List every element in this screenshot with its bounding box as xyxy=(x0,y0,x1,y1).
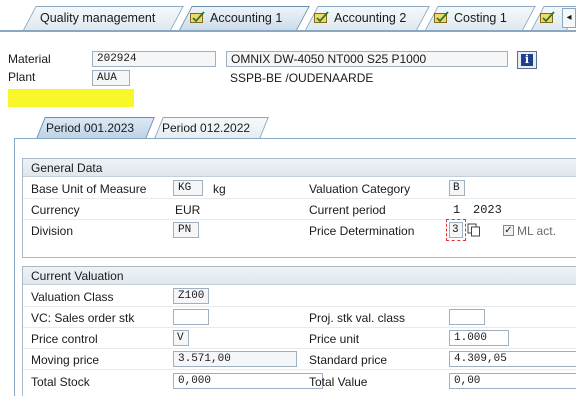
form-row: Currency EUR Current period 1 2023 xyxy=(23,200,576,220)
valuation-class-label: Valuation Class xyxy=(31,290,114,304)
vc-sales-order-field[interactable] xyxy=(173,309,209,325)
general-data-title: General Data xyxy=(23,159,576,177)
tab-period-001-2023[interactable]: Period 001.2023 xyxy=(46,120,134,136)
price-control-field[interactable]: V xyxy=(173,330,189,346)
material-description-field[interactable]: OMNIX DW-4050 NT000 S25 P1000 xyxy=(226,51,508,67)
form-row: VC: Sales order stk Proj. stk val. class xyxy=(23,308,576,328)
base-uom-label: Base Unit of Measure xyxy=(31,182,147,196)
tab-accounting-1-label: Accounting 1 xyxy=(210,11,283,25)
current-period-value: 1 xyxy=(453,203,461,217)
price-unit-label: Price unit xyxy=(309,332,360,346)
moving-price-field[interactable]: 3.571,00 xyxy=(173,351,297,367)
tab-accounting-2[interactable]: Accounting 2 xyxy=(314,9,406,27)
tab-costing-1-label: Costing 1 xyxy=(454,11,507,25)
tab-accounting-2-label: Accounting 2 xyxy=(334,11,407,25)
form-row: Base Unit of Measure KG kg Valuation Cat… xyxy=(23,179,576,199)
total-value-label: Total Value xyxy=(309,375,368,389)
total-stock-label: Total Stock xyxy=(31,375,90,389)
standard-price-field[interactable]: 4.309,05 xyxy=(449,351,576,367)
moving-price-label: Moving price xyxy=(31,353,100,367)
form-row: Total Stock 0,000 Total Value 0,00 xyxy=(23,371,576,391)
division-label: Division xyxy=(31,224,74,238)
standard-price-label: Standard price xyxy=(309,353,388,367)
proj-stk-label: Proj. stk val. class xyxy=(309,311,406,325)
price-control-label: Price control xyxy=(31,332,98,346)
general-data-group: General Data Base Unit of Measure KG kg … xyxy=(22,158,576,258)
highlight-marker xyxy=(8,89,134,107)
accounting-icon xyxy=(540,11,555,23)
form-row: Moving price 3.571,00 Standard price 4.3… xyxy=(23,350,576,370)
accounting-icon xyxy=(434,11,449,23)
info-button[interactable]: i xyxy=(517,51,537,69)
tab-quality-management-label: Quality management xyxy=(40,11,156,25)
current-period-year: 2023 xyxy=(473,203,502,217)
form-row: Valuation Class Z100 xyxy=(23,287,576,307)
scroll-left-icon: ◂ xyxy=(566,12,572,23)
total-value-field[interactable]: 0,00 xyxy=(449,373,576,389)
vc-sales-order-label: VC: Sales order stk xyxy=(31,311,135,325)
valuation-category-field[interactable]: B xyxy=(449,180,465,196)
form-row: Price control V Price unit 1.000 xyxy=(23,329,576,349)
ml-act-checkbox[interactable]: ✓ xyxy=(503,225,514,236)
tab-period-012-2022[interactable]: Period 012.2022 xyxy=(162,120,250,136)
current-valuation-title: Current Valuation xyxy=(23,267,576,285)
total-stock-field[interactable]: 0,000 xyxy=(173,373,323,389)
focus-cursor xyxy=(446,219,466,241)
proj-stk-field[interactable] xyxy=(449,309,485,325)
material-label: Material xyxy=(8,52,51,66)
tab-accounting-1[interactable]: Accounting 1 xyxy=(190,9,282,27)
base-uom-field[interactable]: KG xyxy=(173,180,203,196)
tab-quality-management[interactable]: Quality management xyxy=(40,9,155,27)
plant-label: Plant xyxy=(8,70,36,84)
currency-label: Currency xyxy=(31,203,80,217)
current-period-label: Current period xyxy=(309,203,386,217)
tab-more[interactable] xyxy=(540,9,560,27)
currency-value: EUR xyxy=(175,203,201,217)
material-field[interactable]: 202924 xyxy=(92,51,216,67)
copy-icon[interactable] xyxy=(467,223,481,237)
plant-field[interactable]: AUA xyxy=(92,70,130,86)
base-uom-text: kg xyxy=(213,182,226,196)
tab-strip-baseline xyxy=(0,30,576,32)
tab-costing-1[interactable]: Costing 1 xyxy=(434,9,507,27)
price-unit-field[interactable]: 1.000 xyxy=(449,330,509,346)
valuation-category-label: Valuation Category xyxy=(309,182,411,196)
valuation-class-field[interactable]: Z100 xyxy=(173,288,209,304)
form-row: Division PN Price Determination 3 ✓ ML a… xyxy=(23,219,576,241)
accounting-icon xyxy=(190,11,205,23)
info-icon: i xyxy=(521,54,533,66)
price-determination-label: Price Determination xyxy=(309,224,415,238)
division-field[interactable]: PN xyxy=(173,222,199,238)
tab-scroll-left-button[interactable]: ◂ xyxy=(562,8,576,28)
plant-description: SSPB-BE /OUDENAARDE xyxy=(230,71,374,85)
current-valuation-group: Current Valuation Valuation Class Z100 V… xyxy=(22,266,576,396)
accounting-icon xyxy=(314,11,329,23)
ml-act-label: ML act. xyxy=(517,224,556,238)
